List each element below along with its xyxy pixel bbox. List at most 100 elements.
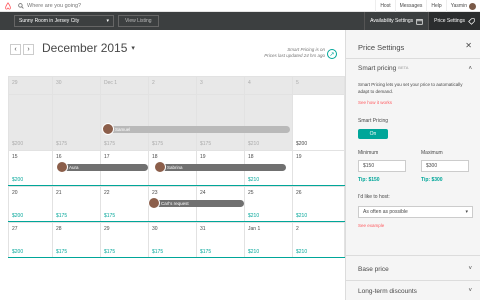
listing-toolbar: Sunny Room in Jersey City ▾ View Listing… [0, 12, 480, 30]
search-icon [18, 3, 24, 9]
calendar-day-cell[interactable]: $200 [8, 94, 53, 150]
reservation-sabrina[interactable]: Sabrina [154, 161, 286, 173]
calendar-day-cell[interactable]: 4 [245, 76, 293, 94]
listing-selector[interactable]: Sunny Room in Jersey City ▾ [14, 15, 114, 27]
next-month-button[interactable]: › [23, 44, 34, 55]
day-price: $175 [104, 213, 116, 219]
minimum-price-input[interactable]: $150 [358, 160, 406, 172]
day-number: 5 [296, 80, 299, 86]
user-menu[interactable]: Yasmin [445, 0, 480, 12]
calendar-day-cell[interactable]: 30 $175 [149, 222, 197, 258]
airbnb-logo-icon[interactable] [4, 2, 12, 10]
calendar-day-cell[interactable]: 26 $210 [293, 186, 345, 222]
day-price: $175 [104, 141, 116, 147]
messages-link[interactable]: Messages [394, 0, 427, 12]
day-number: 16 [56, 154, 62, 160]
calendar-day-cell[interactable]: $175 [101, 94, 149, 150]
calendar-day-cell[interactable]: 5 [293, 76, 345, 94]
chevron-down-icon[interactable]: ˅ [468, 288, 472, 294]
day-number: 18 [152, 154, 158, 160]
price-settings-button[interactable]: Price Settings [428, 12, 480, 30]
calendar-day-cell[interactable]: 15 $200 [8, 150, 53, 186]
day-number: 19 [296, 154, 302, 160]
day-price: $210 [296, 249, 308, 255]
close-icon[interactable]: ✕ [465, 41, 472, 50]
smart-pricing-status: Smart Pricing is on Prices last updated … [264, 47, 325, 58]
reservation-aura[interactable]: Aura [56, 161, 148, 173]
see-how-it-works-link[interactable]: See how it works [358, 100, 392, 105]
reservation-samuel[interactable]: Samuel [102, 123, 290, 135]
chevron-up-icon[interactable]: ˄ [468, 66, 472, 72]
calendar-day-cell[interactable]: 20 $200 [8, 186, 53, 222]
long-term-discounts-section[interactable]: Long-term discounts [358, 288, 417, 295]
day-number: Dec 1 [104, 80, 118, 86]
day-price: $175 [200, 249, 212, 255]
calendar-day-cell[interactable]: 22 $175 [101, 186, 149, 222]
day-price: $175 [56, 213, 68, 219]
smart-pricing-icon[interactable]: ↗ [327, 49, 337, 59]
calendar-day-cell[interactable]: 2 $210 [293, 222, 345, 258]
day-number: 20 [12, 190, 18, 196]
view-listing-button[interactable]: View Listing [118, 15, 159, 27]
calendar-day-cell[interactable]: $200 [293, 94, 345, 150]
calendar-icon [416, 18, 423, 25]
calendar-day-cell[interactable]: 29 $175 [101, 222, 149, 258]
previous-month-button[interactable]: ‹ [10, 44, 21, 55]
maximum-price-input[interactable]: $300 [421, 160, 469, 172]
calendar-day-cell[interactable]: 27 $200 [8, 222, 53, 258]
day-number: 15 [12, 154, 18, 160]
search-input[interactable] [27, 3, 147, 9]
week-divider-line [8, 185, 345, 186]
calendar-day-cell[interactable]: 25 $210 [245, 186, 293, 222]
calendar-day-cell[interactable]: 19 [293, 150, 345, 186]
day-price: $210 [248, 177, 260, 183]
day-price: $200 [12, 177, 24, 183]
host-frequency-select[interactable]: As often as possible ▾ [358, 206, 473, 218]
day-price: $200 [12, 213, 24, 219]
day-number: 30 [56, 80, 62, 86]
calendar-day-cell[interactable]: Jan 1 $210 [245, 222, 293, 258]
day-number: Jan 1 [248, 226, 261, 232]
chevron-down-icon[interactable]: ˅ [468, 266, 472, 272]
calendar-day-cell[interactable]: 31 $175 [197, 222, 245, 258]
guest-avatar [102, 123, 114, 135]
calendar-day-cell[interactable]: 21 $175 [53, 186, 101, 222]
day-number: 4 [248, 80, 251, 86]
day-price: $200 [296, 141, 308, 147]
calendar-day-cell[interactable]: 28 $175 [53, 222, 101, 258]
calendar-day-cell[interactable]: Dec 1 [101, 76, 149, 94]
calendar-day-cell[interactable]: $175 [197, 94, 245, 150]
day-number: 31 [200, 226, 206, 232]
calendar-day-cell[interactable]: 2 [149, 76, 197, 94]
availability-settings-button[interactable]: Availability Settings [364, 12, 428, 30]
minimum-tip: Tip: $150 [358, 177, 380, 183]
week-divider-line [8, 221, 345, 222]
calendar-day-cell[interactable]: $175 [149, 94, 197, 150]
calendar-day-cell[interactable]: 29 [8, 76, 53, 94]
calendar-day-cell[interactable]: 3 [197, 76, 245, 94]
reservation-carls-request[interactable]: Carl's request [148, 197, 244, 209]
base-price-section[interactable]: Base price [358, 266, 389, 273]
reservation-guest-name: Samuel [115, 127, 131, 132]
day-number: 27 [12, 226, 18, 232]
day-number: 30 [152, 226, 158, 232]
day-number: 26 [296, 190, 302, 196]
calendar-day-cell[interactable]: $175 [53, 94, 101, 150]
host-link[interactable]: Host [375, 0, 394, 12]
month-selector[interactable]: December 2015 ▾ [42, 41, 135, 55]
day-price: $210 [248, 141, 260, 147]
day-number: 28 [56, 226, 62, 232]
see-example-link[interactable]: See example [358, 223, 384, 228]
calendar-day-cell[interactable]: $210 [245, 94, 293, 150]
day-price: $200 [12, 249, 24, 255]
reservation-guest-name: Sabrina [167, 165, 183, 170]
help-link[interactable]: Help [426, 0, 445, 12]
smart-pricing-toggle-label: Smart Pricing [358, 118, 389, 124]
day-number: 18 [248, 154, 254, 160]
guest-avatar [154, 161, 166, 173]
reservation-guest-name: Carl's request [161, 201, 189, 206]
calendar-day-cell[interactable]: 30 [53, 76, 101, 94]
search-bar[interactable] [18, 0, 147, 12]
smart-pricing-toggle[interactable]: On [358, 129, 388, 139]
day-price: $175 [104, 249, 116, 255]
